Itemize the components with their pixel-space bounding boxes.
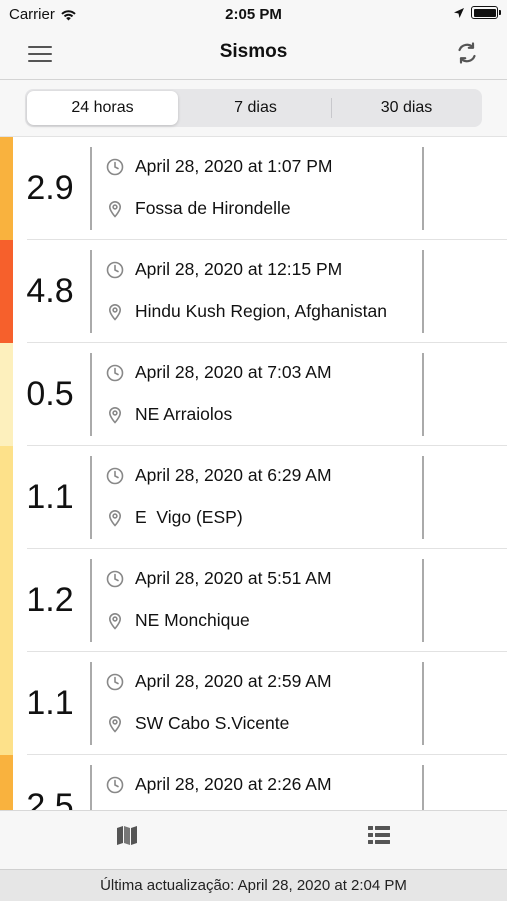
tab-list[interactable] (367, 823, 391, 847)
segment-24-horas[interactable]: 24 horas (27, 91, 178, 125)
magnitude-color-bar (0, 652, 13, 755)
status-time: 2:05 PM (225, 6, 282, 23)
earthquake-list[interactable]: 2.9 April 28, 2020 at 1:07 PM Fossa de Hir… (0, 137, 507, 810)
event-time: April 28, 2020 at 12:15 PM (106, 259, 342, 280)
clock-icon (106, 570, 124, 588)
period-filter-bar: 24 horas 7 dias 30 dias (0, 80, 507, 137)
magnitude-value: 1.1 (26, 478, 74, 516)
magnitude-value: 4.8 (26, 272, 74, 310)
clock-icon (106, 261, 124, 279)
clock-icon (106, 364, 124, 382)
magnitude-color-bar (0, 240, 13, 343)
magnitude-color-bar (0, 755, 13, 810)
event-time: April 28, 2020 at 6:29 AM (106, 465, 332, 486)
magnitude-value: 2.5 (26, 787, 74, 810)
event-datetime: April 28, 2020 at 2:26 AM (135, 774, 332, 794)
clock-icon (106, 776, 124, 794)
event-datetime: April 28, 2020 at 5:51 AM (135, 568, 332, 588)
magnitude-value: 2.9 (26, 169, 74, 207)
event-location-name: NE Monchique (135, 610, 250, 630)
event-datetime: April 28, 2020 at 2:59 AM (135, 671, 332, 691)
location-arrow-icon (454, 7, 464, 18)
earthquake-row[interactable]: 4.8 April 28, 2020 at 12:15 PM Hindu Kush … (0, 240, 507, 343)
location-pin-icon (106, 715, 124, 733)
status-right (453, 6, 501, 19)
event-location-name: SW Cabo S.Vicente (135, 713, 290, 733)
magnitude-color-bar (0, 446, 13, 549)
segment-30-dias[interactable]: 30 dias (331, 89, 482, 127)
row-divider (90, 353, 92, 436)
magnitude-color-bar (0, 549, 13, 652)
refresh-icon (458, 42, 476, 64)
event-time: April 28, 2020 at 2:26 AM (106, 774, 332, 795)
earthquake-row[interactable]: 1.2 April 28, 2020 at 5:51 AM NE Monchique (0, 549, 507, 652)
magnitude-value: 1.2 (26, 581, 74, 619)
row-divider (90, 250, 92, 333)
status-bar: Carrier 2:05 PM (0, 0, 507, 28)
location-pin-icon (106, 200, 124, 218)
list-icon (368, 826, 390, 844)
earthquake-row[interactable]: 1.1 April 28, 2020 at 6:29 AM E Vigo (ESP) (0, 446, 507, 549)
row-divider (90, 147, 92, 230)
last-update-label: Última actualização: April 28, 2020 at 2… (0, 869, 507, 901)
location-pin-icon (106, 406, 124, 424)
row-divider (90, 765, 92, 810)
row-divider (90, 456, 92, 539)
location-pin-icon (106, 612, 124, 630)
row-right-divider (422, 250, 424, 333)
magnitude-value: 0.5 (26, 375, 74, 413)
segment-7-dias[interactable]: 7 dias (180, 89, 331, 127)
location-pin-icon (106, 303, 124, 321)
event-time: April 28, 2020 at 2:59 AM (106, 671, 332, 692)
magnitude-color-bar (0, 343, 13, 446)
refresh-button[interactable] (454, 40, 480, 66)
event-location: E Vigo (ESP) (106, 507, 243, 528)
event-location: NE Arraiolos (106, 404, 232, 425)
clock-icon (106, 158, 124, 176)
period-segmented-control: 24 horas 7 dias 30 dias (25, 89, 482, 127)
event-location-name: Fossa de Hirondelle (135, 198, 291, 218)
event-location-name: NE Arraiolos (135, 404, 233, 424)
row-right-divider (422, 765, 424, 810)
clock-icon (106, 673, 124, 691)
event-time: April 28, 2020 at 5:51 AM (106, 568, 332, 589)
row-right-divider (422, 353, 424, 436)
magnitude-color-bar (0, 137, 13, 240)
row-divider (90, 662, 92, 745)
row-right-divider (422, 662, 424, 745)
event-datetime: April 28, 2020 at 6:29 AM (135, 465, 332, 485)
magnitude-value: 1.1 (26, 684, 74, 722)
event-location-name: Hindu Kush Region, Afghanistan (135, 301, 387, 321)
clock-icon (106, 467, 124, 485)
earthquake-row[interactable]: 2.5 April 28, 2020 at 2:26 AM (0, 755, 507, 810)
battery-icon (471, 6, 501, 19)
event-location: SW Cabo S.Vicente (106, 713, 289, 734)
row-right-divider (422, 559, 424, 642)
event-location: Fossa de Hirondelle (106, 198, 291, 219)
event-location-name: E Vigo (ESP) (135, 507, 243, 527)
earthquake-row[interactable]: 1.1 April 28, 2020 at 2:59 AM SW Cabo S.Vi… (0, 652, 507, 755)
event-time: April 28, 2020 at 7:03 AM (106, 362, 332, 383)
event-datetime: April 28, 2020 at 12:15 PM (135, 259, 343, 279)
page-title: Sismos (219, 41, 288, 62)
event-datetime: April 28, 2020 at 7:03 AM (135, 362, 332, 382)
event-location: NE Monchique (106, 610, 250, 631)
location-pin-icon (106, 509, 124, 527)
tab-map[interactable] (115, 823, 139, 847)
navigation-bar: Sismos (0, 28, 507, 80)
row-right-divider (422, 147, 424, 230)
tab-bar (0, 810, 507, 870)
map-icon (117, 826, 137, 845)
row-divider (90, 559, 92, 642)
earthquake-row[interactable]: 2.9 April 28, 2020 at 1:07 PM Fossa de Hir… (0, 137, 507, 240)
row-right-divider (422, 456, 424, 539)
event-location: Hindu Kush Region, Afghanistan (106, 301, 387, 322)
earthquake-row[interactable]: 0.5 April 28, 2020 at 7:03 AM NE Arraiolos (0, 343, 507, 446)
event-datetime: April 28, 2020 at 1:07 PM (135, 156, 333, 176)
event-time: April 28, 2020 at 1:07 PM (106, 156, 332, 177)
